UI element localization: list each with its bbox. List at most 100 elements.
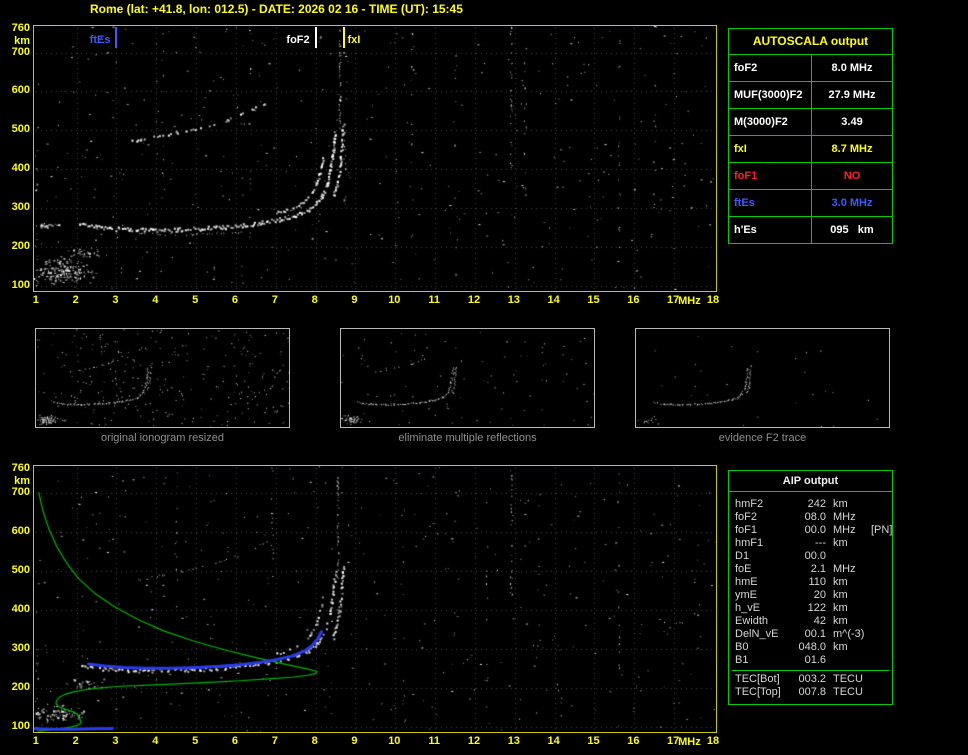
x-tick-label: 4: [152, 294, 159, 306]
foF2-marker-label: foF2: [286, 34, 310, 46]
thumb-canvas: [636, 329, 889, 427]
x-tick-label: 16: [627, 735, 640, 747]
y-tick-label: 760: [11, 462, 30, 475]
row-note: [870, 498, 892, 511]
row-note: [870, 654, 892, 667]
row-note: [870, 673, 892, 686]
row-value: 3.0 MHz: [831, 197, 873, 209]
y-tick-label: 200: [11, 240, 30, 253]
row-note: [870, 628, 892, 641]
row-label: h'Es: [729, 217, 812, 243]
row-value: 095 km: [830, 224, 874, 236]
row-label: B0: [735, 641, 749, 653]
table-row: hmF1 --- km: [729, 537, 892, 550]
x-tick-label: 4: [152, 735, 159, 747]
fxI-marker-label: fxI: [347, 34, 361, 46]
y-tick-label: 200: [11, 681, 30, 694]
x-tick-label: 11: [428, 735, 440, 747]
table-row: MUF(3000)F2 27.9 MHz: [729, 82, 892, 109]
aip-ionogram-plot: [33, 465, 717, 733]
x-tick-label: 9: [351, 735, 358, 747]
x-tick-label: 9: [351, 294, 358, 306]
y-axis-unit: km: [14, 35, 30, 48]
row-note: [870, 537, 892, 550]
thumb-caption: eliminate multiple reflections: [398, 432, 537, 444]
row-label: foF1: [735, 524, 758, 536]
table-row: foE 2.1 MHz: [729, 563, 892, 576]
row-unit: TECU: [833, 686, 863, 698]
row-value: 003.2: [798, 673, 826, 685]
table-row: foF2 08.0 MHz: [729, 511, 892, 524]
y-tick-label: 300: [11, 201, 30, 214]
row-value: 242: [807, 498, 826, 510]
ftEs-marker-line: [115, 27, 118, 48]
row-note: [870, 589, 892, 602]
fxI-marker-line: [342, 27, 345, 48]
x-tick-label: 8: [311, 735, 318, 747]
row-unit: m^(-3): [833, 628, 865, 640]
row-unit: km: [833, 498, 848, 510]
y-tick-label: 300: [11, 642, 30, 655]
table-row: foF1 NO: [729, 163, 892, 190]
table-row: B1 01.6: [729, 654, 892, 667]
x-tick-label: 7: [271, 294, 278, 306]
row-unit: MHz: [833, 563, 856, 575]
table-row: B0 048.0 km: [729, 641, 892, 654]
row-value: 00.1: [804, 628, 826, 640]
y-tick-label: 400: [11, 602, 30, 615]
thumb-f2-trace: [635, 328, 890, 428]
row-unit: km: [833, 576, 848, 588]
x-tick-label: 12: [467, 735, 481, 747]
table-row: Ewidth 42 km: [729, 615, 892, 628]
row-label: foF2: [729, 55, 812, 81]
x-tick-label: 15: [587, 294, 600, 306]
table-row: ftEs 3.0 MHz: [729, 190, 892, 217]
x-tick-label: 2: [72, 294, 79, 306]
row-label: foF1: [729, 163, 812, 189]
row-value: NO: [843, 170, 861, 182]
row-label: MUF(3000)F2: [729, 82, 812, 108]
x-tick-label: 6: [231, 294, 239, 306]
row-label: DelN_vE: [735, 628, 779, 640]
x-tick-label: 11: [428, 294, 440, 306]
thumb-canvas: [341, 329, 594, 427]
y-tick-label: 500: [11, 123, 30, 136]
row-note: [870, 602, 892, 615]
aip-ionogram-canvas: [34, 466, 716, 732]
aip-table-header: AIP output: [729, 471, 892, 492]
row-unit: km: [833, 537, 848, 549]
row-note: [870, 576, 892, 589]
row-label: hmF1: [735, 537, 764, 549]
row-label: D1: [735, 550, 750, 562]
table-row: hmF2 242 km: [729, 498, 892, 511]
x-tick-label: 10: [388, 294, 401, 306]
row-value: 048.0: [798, 641, 826, 653]
row-unit: MHz: [833, 524, 856, 536]
x-tick-label: 1: [32, 294, 39, 306]
x-tick-label: 18: [706, 294, 720, 306]
table-row: foF2 8.0 MHz: [729, 55, 892, 82]
x-tick-label: 18: [706, 735, 720, 747]
row-label: fxI: [729, 136, 812, 162]
row-value: 00.0: [804, 550, 826, 562]
table-row: hmE 110 km: [729, 576, 892, 589]
row-label: TEC[Bot]: [735, 673, 780, 685]
row-unit: km: [833, 615, 848, 627]
x-axis-unit: MHz: [678, 295, 701, 307]
y-tick-label: 760: [11, 22, 30, 35]
autoscala-output-table: AUTOSCALA output foF2 8.0 MHz MUF(3000)F…: [728, 28, 893, 244]
row-note: [870, 686, 892, 699]
ionogram-canvas: [34, 26, 716, 291]
x-tick-label: 5: [192, 735, 199, 747]
y-tick-label: 500: [11, 563, 30, 576]
thumb-caption: original ionogram resized: [101, 432, 224, 444]
row-value: 3.49: [841, 116, 863, 128]
table-row: TEC[Top] 007.8 TECU: [729, 686, 892, 699]
x-tick-label: 14: [547, 294, 560, 306]
table-row: DelN_vE 00.1 m^(-3): [729, 628, 892, 641]
x-tick-label: 2: [72, 735, 79, 747]
row-unit: [826, 550, 870, 563]
x-tick-label: 7: [271, 735, 278, 747]
aip-table-body: hmF2 242 km foF2 08.0 MHz foF1 00.0 MHz [PN] hm…: [729, 492, 892, 704]
row-unit: km: [833, 641, 848, 653]
